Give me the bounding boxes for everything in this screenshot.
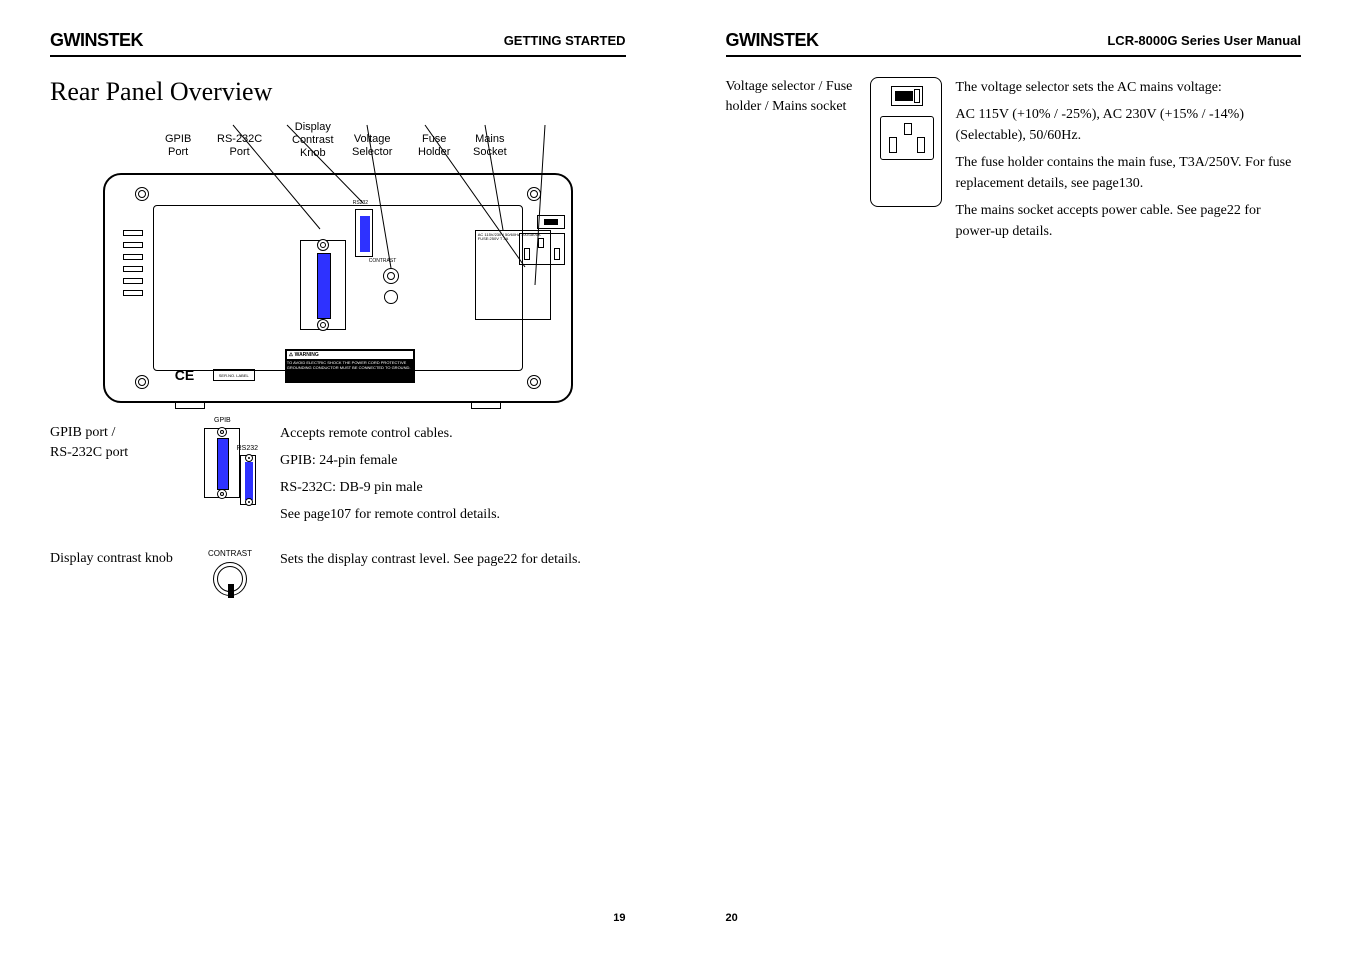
rs232-connector-icon bbox=[360, 216, 370, 252]
panel-foot-icon bbox=[175, 401, 205, 409]
screw-icon bbox=[317, 319, 329, 331]
serial-label: SER.NO. LABEL bbox=[213, 369, 255, 381]
desc-text-contrast: Sets the display contrast level. See pag… bbox=[280, 549, 626, 576]
gpib-connector-icon bbox=[317, 253, 331, 319]
section-title: Rear Panel Overview bbox=[50, 77, 626, 107]
screw-icon bbox=[217, 489, 227, 499]
desc-row-contrast: Display contrast knob CONTRAST Sets the … bbox=[50, 549, 626, 605]
diagram-container: GPIB Port RS-232C Port Display Contrast … bbox=[50, 123, 626, 403]
desc-label-ports: GPIB port / RS-232C port bbox=[50, 423, 180, 462]
header-left: GWINSTEK GETTING STARTED bbox=[50, 30, 626, 57]
header-title-left: GETTING STARTED bbox=[504, 33, 626, 48]
page-right: GWINSTEK LCR-8000G Series User Manual Vo… bbox=[676, 0, 1351, 954]
desc-icon-ports: GPIB RS232 bbox=[180, 423, 280, 533]
screw-icon bbox=[317, 239, 329, 251]
desc-label-power: Voltage selector / Fuse holder / Mains s… bbox=[726, 77, 856, 116]
desc-row-ports: GPIB port / RS-232C port GPIB RS232 Acce… bbox=[50, 423, 626, 533]
screw-icon bbox=[135, 375, 149, 389]
desc-icon-contrast: CONTRAST bbox=[180, 549, 280, 605]
voltage-selector-icon bbox=[537, 215, 565, 229]
header-right: GWINSTEK LCR-8000G Series User Manual bbox=[726, 30, 1302, 57]
warning-label: ⚠ WARNING TO AVOID ELECTRIC SHOCK THE PO… bbox=[285, 349, 415, 383]
panel-foot-icon bbox=[471, 401, 501, 409]
contrast-label-small: CONTRAST bbox=[369, 258, 397, 264]
rs232-small-icon bbox=[240, 455, 256, 505]
mains-socket-icon bbox=[519, 233, 565, 265]
screw-icon bbox=[135, 187, 149, 201]
screw-icon bbox=[245, 498, 253, 506]
desc-text-power: The voltage selector sets the AC mains v… bbox=[956, 77, 1302, 248]
ce-mark: CE bbox=[175, 367, 194, 383]
power-module-icon bbox=[870, 77, 942, 207]
contrast-icon-label: CONTRAST bbox=[205, 549, 255, 558]
vent-slots-left bbox=[123, 230, 143, 320]
contrast-knob-icon bbox=[383, 268, 399, 284]
brand-logo-right: GWINSTEK bbox=[726, 30, 819, 51]
screw-icon bbox=[527, 187, 541, 201]
screw-icon bbox=[217, 427, 227, 437]
gpib-small-label: GPIB bbox=[214, 417, 231, 424]
page-number-right: 20 bbox=[726, 912, 738, 924]
gpib-port-icon bbox=[300, 240, 346, 330]
desc-label-contrast: Display contrast knob bbox=[50, 549, 180, 569]
gpib-small-icon bbox=[204, 428, 240, 498]
aux-circle-icon bbox=[384, 290, 398, 304]
mains-socket-small-icon bbox=[880, 116, 934, 160]
page-number-left: 19 bbox=[613, 912, 625, 924]
header-title-right: LCR-8000G Series User Manual bbox=[1107, 33, 1301, 48]
rs232-small-label: RS232 bbox=[237, 445, 258, 452]
screw-icon bbox=[245, 454, 253, 462]
desc-icon-power bbox=[856, 77, 956, 207]
desc-text-ports: Accepts remote control cables. GPIB: 24-… bbox=[280, 423, 626, 531]
voltage-selector-small-icon bbox=[891, 86, 923, 106]
rear-panel-diagram: RS232 CONTRAST AC 115V/230V 50/60Hz 100/… bbox=[103, 173, 573, 403]
brand-logo-left: GWINSTEK bbox=[50, 30, 143, 51]
contrast-knob-small-icon bbox=[213, 562, 247, 596]
leader-lines bbox=[105, 125, 575, 185]
desc-row-power: Voltage selector / Fuse holder / Mains s… bbox=[726, 77, 1302, 248]
screw-icon bbox=[527, 375, 541, 389]
rs232-port-icon bbox=[355, 209, 373, 257]
page-left: GWINSTEK GETTING STARTED Rear Panel Over… bbox=[0, 0, 676, 954]
